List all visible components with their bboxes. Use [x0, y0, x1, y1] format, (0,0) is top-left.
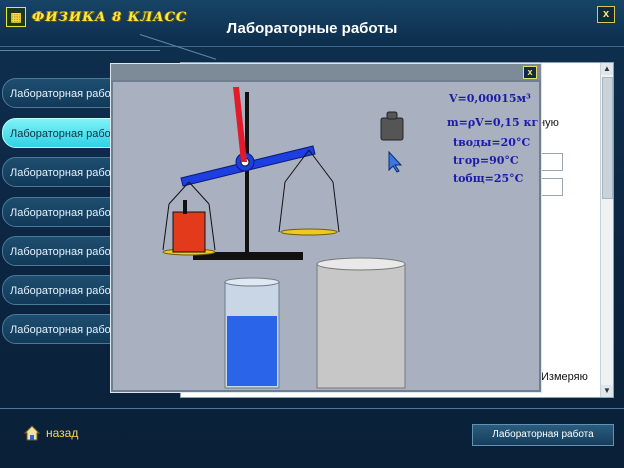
stand-rod [245, 92, 249, 254]
sidebar-item-label: Лабораторная работа [10, 167, 120, 179]
home-icon [24, 425, 40, 441]
hot-water-beaker[interactable] [172, 211, 206, 253]
balance-pointer [233, 87, 247, 162]
sidebar-item-lab-7[interactable]: Лабораторная работа [2, 314, 120, 344]
calorimeter[interactable] [316, 257, 406, 389]
simulation-header: x [111, 64, 541, 80]
footer-divider [0, 408, 624, 409]
decor-line [0, 50, 160, 51]
right-pan [280, 228, 338, 236]
sidebar-item-label: Лабораторная работа [10, 324, 120, 336]
close-button[interactable]: x [597, 6, 615, 23]
weight-icon[interactable] [380, 111, 404, 141]
simulation-window: x V=0,00015м³ m=ρV=0,15 кг tводы=20°C tг… [110, 63, 542, 393]
sidebar-item-lab-2[interactable]: Лабораторная работа [2, 118, 120, 148]
left-hanger [208, 203, 216, 251]
simulation-close-button[interactable]: x [523, 66, 537, 79]
app-window: ▦ ФИЗИКА 8 КЛАСС Лабораторные работы x Л… [0, 0, 624, 468]
readout-volume: V=0,00015м³ [449, 92, 531, 105]
right-hanger [278, 181, 286, 233]
scroll-thumb[interactable] [602, 77, 613, 199]
footer-tab[interactable]: Лабораторная работа [472, 424, 614, 446]
sidebar-item-lab-6[interactable]: Лабораторная работа [2, 275, 120, 305]
sidebar-item-label: Лабораторная работа [10, 207, 120, 219]
back-button[interactable]: назад [24, 425, 78, 441]
scroll-up-icon[interactable]: ▲ [601, 63, 613, 75]
sidebar-item-lab-1[interactable]: Лабораторная работа [2, 78, 120, 108]
left-hanger [162, 203, 170, 251]
sidebar-item-lab-4[interactable]: Лабораторная работа [2, 197, 120, 227]
answer-field[interactable] [539, 178, 563, 196]
sidebar-item-label: Лабораторная работа [10, 88, 120, 100]
right-hanger [308, 149, 334, 183]
readout-mass: m=ρV=0,15 кг [447, 116, 539, 129]
thermometer-icon [183, 200, 187, 214]
readout-total-temperature: tобщ=25°C [453, 172, 524, 185]
page-title: Лабораторные работы [226, 20, 398, 37]
title-bar: ▦ ФИЗИКА 8 КЛАСС Лабораторные работы x [0, 0, 624, 47]
arrow-cursor-icon [388, 150, 403, 173]
cold-water-beaker[interactable] [224, 277, 280, 389]
simulation-stage: V=0,00015м³ m=ρV=0,15 кг tводы=20°C tгор… [113, 82, 539, 390]
sidebar-item-label: Лабораторная работа [10, 246, 120, 258]
sidebar-item-lab-3[interactable]: Лабораторная работа [2, 157, 120, 187]
answer-field[interactable] [539, 153, 563, 171]
sidebar-item-label: Лабораторная работа [10, 128, 120, 140]
scrollbar[interactable]: ▲ ▼ [600, 63, 613, 397]
left-hanger [188, 181, 210, 205]
readout-water-temperature: tводы=20°C [453, 136, 531, 149]
right-hanger [332, 181, 340, 233]
readout-hot-temperature: tгор=90°C [453, 154, 519, 167]
sidebar-item-label: Лабораторная работа [10, 285, 120, 297]
sidebar-item-lab-5[interactable]: Лабораторная работа [2, 236, 120, 266]
back-label: назад [46, 426, 79, 440]
scroll-down-icon[interactable]: ▼ [601, 385, 613, 397]
content-text-fragment: Измеряю [541, 371, 588, 383]
